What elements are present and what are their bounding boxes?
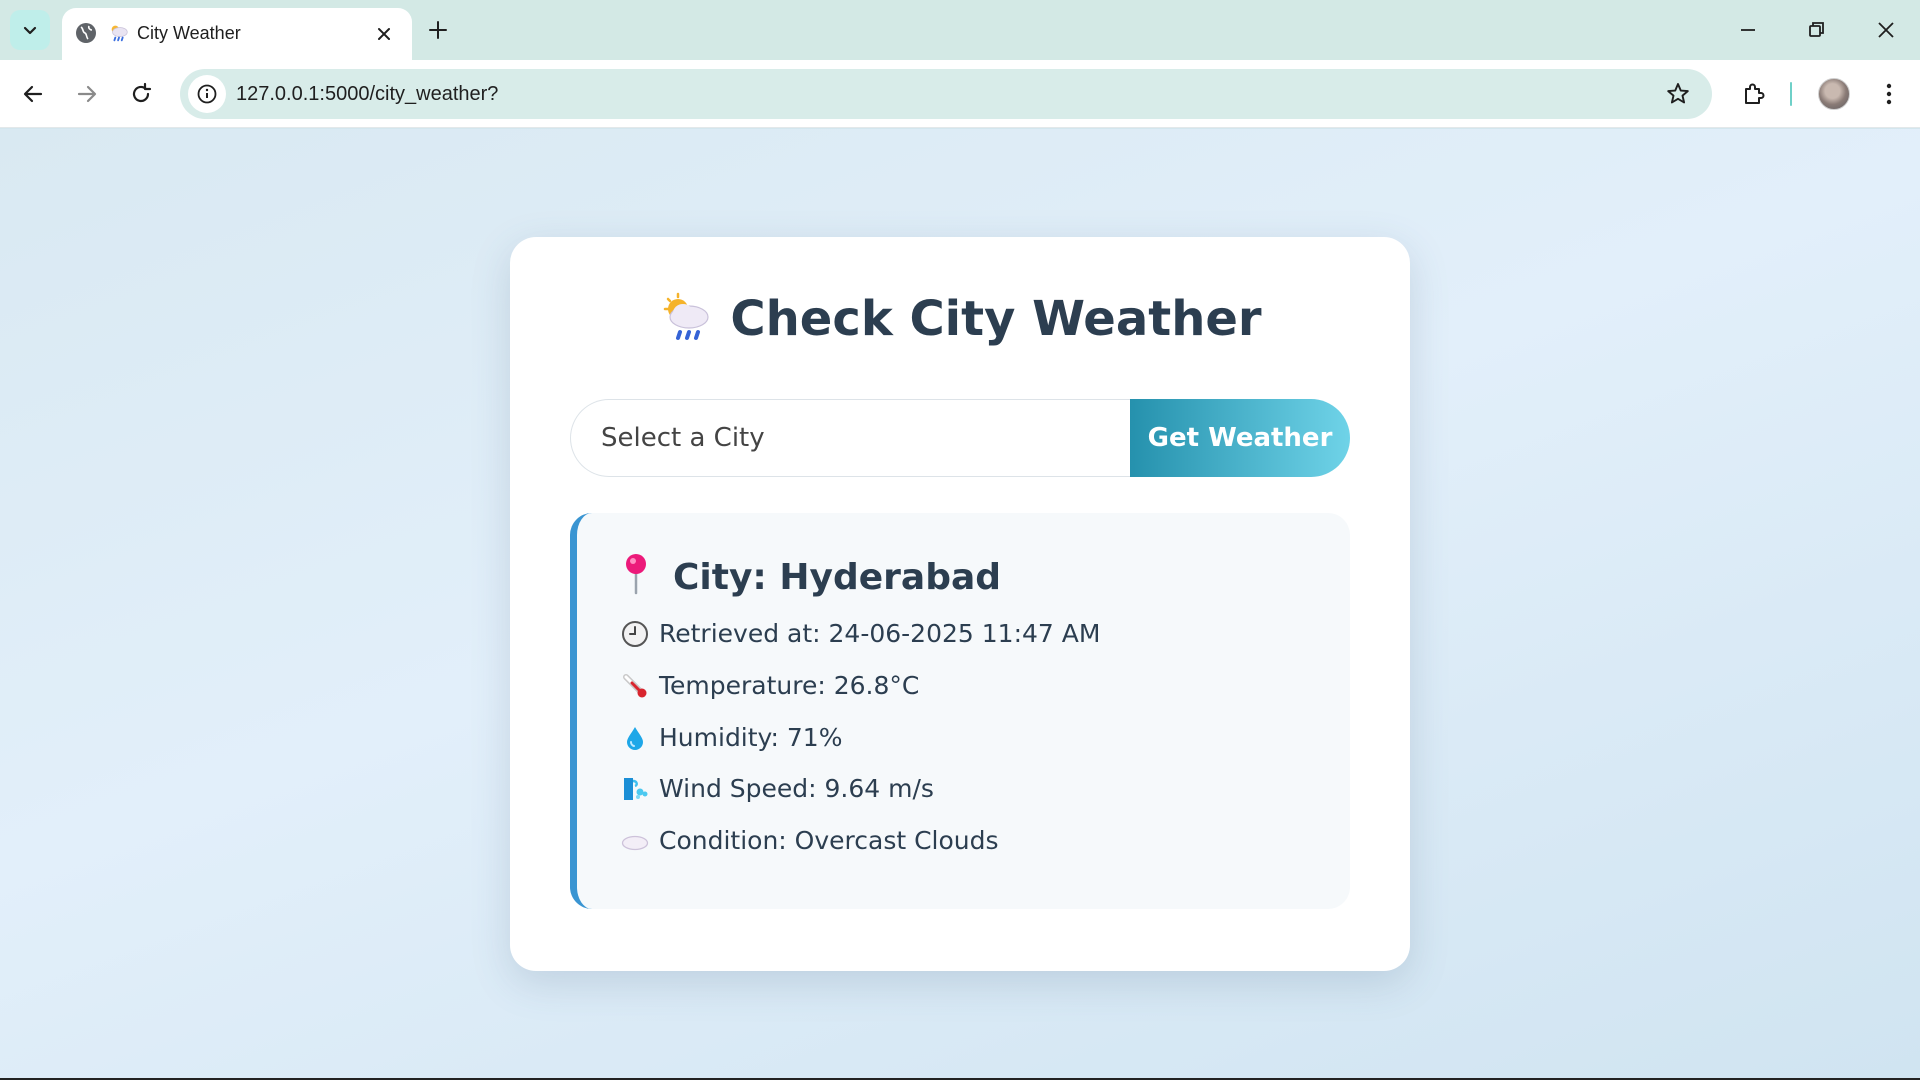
back-arrow-icon[interactable] [18, 79, 48, 109]
extensions-icon[interactable] [1738, 79, 1768, 109]
retrieved-at-line: Retrieved at: 24-06-2025 11:47 AM [621, 619, 1100, 649]
page-title-text: Check City Weather [730, 291, 1262, 347]
bookmark-star-icon[interactable] [1664, 80, 1692, 108]
pin-icon [626, 554, 646, 595]
browser-tab[interactable]: City Weather [62, 8, 412, 60]
search-form: Select a City Get Weather [570, 399, 1350, 477]
close-window-icon[interactable] [1872, 16, 1900, 44]
wind-icon [624, 778, 648, 800]
chevron-down-icon [23, 26, 37, 35]
clock-icon [622, 621, 648, 647]
restore-icon[interactable] [1802, 16, 1830, 44]
page-viewport: Check City Weather Select a City Get Wea… [0, 129, 1920, 1080]
get-weather-button[interactable]: Get Weather [1130, 399, 1350, 477]
profile-avatar[interactable] [1818, 78, 1850, 110]
toolbar-separator [1790, 82, 1792, 106]
cloud-rain-sun-icon [664, 292, 710, 340]
more-menu-icon[interactable] [1874, 79, 1904, 109]
info-icon [197, 84, 217, 104]
cloud-rain-icon [111, 25, 128, 42]
tab-search-button[interactable] [10, 10, 50, 50]
url-text[interactable]: 127.0.0.1:5000/city_weather? [236, 83, 498, 105]
new-tab-icon[interactable] [424, 16, 452, 44]
condition-text: Condition: Overcast Clouds [659, 826, 999, 855]
retrieved-at-text: Retrieved at: 24-06-2025 11:47 AM [659, 619, 1101, 648]
forward-arrow-icon[interactable] [72, 79, 102, 109]
droplet-icon [627, 727, 643, 750]
humidity-line: Humidity: 71% [621, 723, 842, 753]
thermometer-icon [623, 674, 647, 698]
city-select[interactable]: Select a City [570, 399, 1150, 477]
browser-toolbar: 127.0.0.1:5000/city_weather? [0, 60, 1920, 128]
browser-tab-strip: City Weather [0, 0, 1920, 60]
cloud-icon [621, 835, 649, 851]
tab-title: City Weather [137, 23, 241, 43]
wind-speed-line: Wind Speed: 9.64 m/s [621, 774, 934, 804]
weather-card: Check City Weather Select a City Get Wea… [510, 237, 1410, 971]
minimize-icon[interactable] [1734, 16, 1762, 44]
globe-icon [76, 23, 96, 43]
reload-icon[interactable] [126, 79, 156, 109]
humidity-text: Humidity: 71% [659, 723, 843, 752]
wind-speed-text: Wind Speed: 9.64 m/s [659, 774, 934, 803]
weather-result: City: Hyderabad Retrieved at: 24-06-2025… [570, 513, 1350, 909]
site-info-button[interactable] [188, 75, 226, 113]
result-city: City: Hyderabad [621, 553, 1001, 601]
address-bar[interactable]: 127.0.0.1:5000/city_weather? [180, 69, 1712, 119]
temperature-text: Temperature: 26.8°C [659, 671, 920, 700]
condition-line: Condition: Overcast Clouds [621, 826, 999, 856]
close-tab-icon[interactable] [372, 22, 396, 46]
temperature-line: Temperature: 26.8°C [621, 671, 919, 701]
page-title: Check City Weather [510, 289, 1410, 349]
city-text: City: Hyderabad [673, 557, 1002, 598]
